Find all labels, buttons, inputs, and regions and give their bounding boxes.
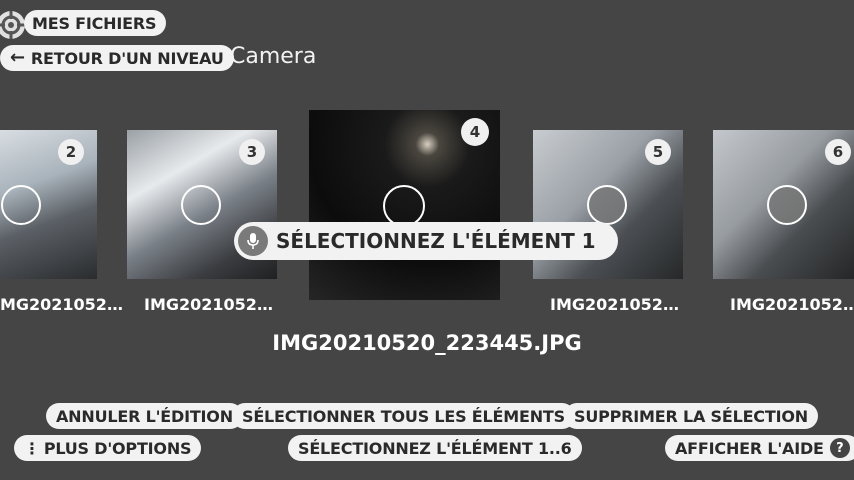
help-icon: ? <box>829 438 850 458</box>
thumbnail-caption: IMG2021052… <box>144 295 273 314</box>
item-number-badge: 3 <box>239 139 265 165</box>
selection-circle[interactable] <box>1 185 41 225</box>
show-help-button[interactable]: AFFICHER L'AIDE ? <box>665 435 854 461</box>
selection-circle[interactable] <box>767 185 807 225</box>
item-number-badge: 5 <box>645 139 671 165</box>
thumbnail-caption: IMG2021052… <box>730 295 854 314</box>
thumbnail-caption: IMG2021052… <box>0 295 123 314</box>
thumbnail-caption: IMG2021052… <box>550 295 679 314</box>
show-help-label: AFFICHER L'AIDE <box>675 438 824 458</box>
selection-circle[interactable] <box>181 185 221 225</box>
item-number-badge: 6 <box>825 139 851 165</box>
current-filename: IMG20210520_223445.JPG <box>272 331 582 355</box>
delete-selection-button[interactable]: SUPPRIMER LA SÉLECTION <box>564 403 818 429</box>
thumbnail-6[interactable]: 6 <box>713 130 854 279</box>
voice-hint-label: SÉLECTIONNEZ L'ÉLÉMENT 1 <box>276 229 596 253</box>
select-all-button[interactable]: SÉLECTIONNER TOUS LES ÉLÉMENTS <box>232 403 575 429</box>
more-options-button[interactable]: ⋮ PLUS D'OPTIONS <box>14 435 202 461</box>
my-files-label: MES FICHIERS <box>32 13 157 33</box>
cancel-edit-button[interactable]: ANNULER L'ÉDITION <box>46 403 243 429</box>
selection-circle[interactable] <box>587 185 627 225</box>
cancel-edit-label: ANNULER L'ÉDITION <box>56 406 233 426</box>
select-range-button[interactable]: SÉLECTIONNEZ L'ÉLÉMENT 1..6 <box>288 435 582 461</box>
select-all-label: SÉLECTIONNER TOUS LES ÉLÉMENTS <box>242 406 565 426</box>
voice-command-hint[interactable]: SÉLECTIONNEZ L'ÉLÉMENT 1 <box>234 222 618 260</box>
microphone-icon <box>238 226 268 256</box>
more-options-label: PLUS D'OPTIONS <box>43 438 192 458</box>
thumbnail-2[interactable]: 2 <box>0 130 97 279</box>
my-files-button[interactable]: MES FICHIERS <box>24 10 167 36</box>
item-number-badge: 2 <box>58 139 84 165</box>
select-range-label: SÉLECTIONNEZ L'ÉLÉMENT 1..6 <box>298 438 572 458</box>
arrow-left-icon: ← <box>10 47 25 68</box>
folder-title: Camera <box>230 44 317 69</box>
kebab-menu-icon: ⋮ <box>24 438 40 458</box>
selection-circle[interactable] <box>383 185 425 227</box>
delete-selection-label: SUPPRIMER LA SÉLECTION <box>574 406 808 426</box>
item-number-badge: 4 <box>461 118 489 146</box>
thumbnail-4[interactable]: 4 <box>309 110 500 300</box>
back-button[interactable]: ← RETOUR D'UN NIVEAU <box>0 45 234 71</box>
back-label: RETOUR D'UN NIVEAU <box>30 48 224 68</box>
